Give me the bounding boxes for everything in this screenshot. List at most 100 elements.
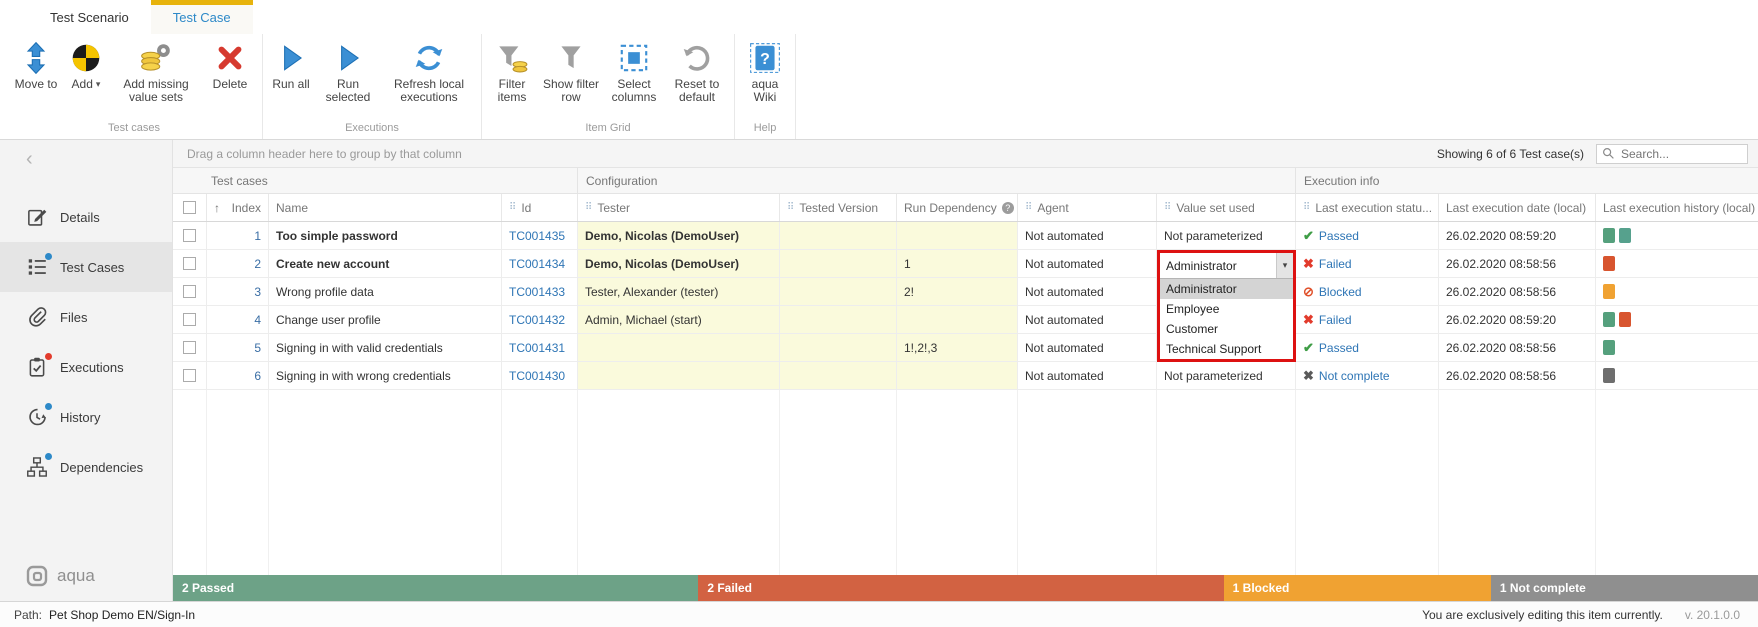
table-row[interactable]: 2 Create new account TC001434 Demo, Nico… (173, 250, 1758, 278)
testcase-id-link[interactable]: TC001434 (509, 257, 565, 271)
cell-run-dependency[interactable] (897, 222, 1018, 249)
column-header-id-label: Id (521, 201, 531, 215)
testcase-id-link[interactable]: TC001433 (509, 285, 565, 299)
grip-icon[interactable]: ⠿ (585, 202, 592, 213)
grip-icon[interactable]: ⠿ (509, 202, 516, 213)
cell-tested-version[interactable] (780, 250, 897, 277)
dropdown-option[interactable]: Customer (1160, 319, 1293, 339)
column-header-status[interactable]: ⠿Last execution statu... (1296, 194, 1439, 221)
row-checkbox[interactable] (183, 285, 196, 298)
grip-icon[interactable]: ⠿ (1164, 202, 1171, 213)
table-row[interactable]: 5 Signing in with valid credentials TC00… (173, 334, 1758, 362)
table-row[interactable]: 4 Change user profile TC001432 Admin, Mi… (173, 306, 1758, 334)
cell-run-dependency[interactable]: 1 (897, 250, 1018, 277)
combobox-dropdown-button[interactable]: ▾ (1276, 253, 1293, 278)
grip-icon[interactable]: ⠿ (1303, 202, 1310, 213)
status-link[interactable]: Not complete (1319, 369, 1390, 383)
grip-icon[interactable]: ⠿ (787, 202, 794, 213)
sidebar-item-history[interactable]: History (0, 392, 172, 442)
column-header-index[interactable]: ↑ Index (207, 194, 269, 221)
filter-items-button[interactable]: Filter items (486, 34, 538, 104)
sidebar-item-details[interactable]: Details (0, 192, 172, 242)
delete-button[interactable]: Delete (202, 34, 258, 91)
column-header-id[interactable]: ⠿ Id (502, 194, 578, 221)
testcase-id-link[interactable]: TC001431 (509, 341, 565, 355)
testcase-id-link[interactable]: TC001435 (509, 229, 565, 243)
cell-tested-version[interactable] (780, 334, 897, 361)
cell-tester[interactable]: Tester, Alexander (tester) (578, 278, 780, 305)
cell-tester[interactable]: Demo, Nicolas (DemoUser) (578, 250, 780, 277)
sidebar-item-test-cases[interactable]: Test Cases (0, 242, 172, 292)
dropdown-option[interactable]: Technical Support (1160, 339, 1293, 359)
dropdown-option[interactable]: Administrator (1160, 279, 1293, 299)
cell-value-set[interactable]: Not parameterized (1157, 222, 1296, 249)
cell-tested-version[interactable] (780, 222, 897, 249)
status-link[interactable]: Failed (1319, 313, 1352, 327)
search-input[interactable] (1619, 146, 1742, 162)
value-set-combobox[interactable]: Administrator ▾ (1160, 253, 1293, 279)
column-header-agent[interactable]: ⠿Agent (1018, 194, 1157, 221)
column-header-date[interactable]: Last execution date (local) (1439, 194, 1596, 221)
run-selected-button[interactable]: Run selected (315, 34, 381, 104)
sidebar-item-files[interactable]: Files (0, 292, 172, 342)
cell-run-dependency[interactable]: 1!,2!,3 (897, 334, 1018, 361)
cell-value-set[interactable]: Not parameterized (1157, 362, 1296, 389)
reset-to-default-button[interactable]: Reset to default (664, 34, 730, 104)
ribbon-group-label-item-grid: Item Grid (486, 119, 730, 139)
move-to-button[interactable]: Move to (10, 34, 62, 91)
cell-tester[interactable]: Demo, Nicolas (DemoUser) (578, 222, 780, 249)
tab-test-scenario[interactable]: Test Scenario (28, 0, 151, 34)
status-link[interactable]: Passed (1319, 341, 1359, 355)
column-header-history[interactable]: Last execution history (local) (1596, 194, 1757, 221)
table-row[interactable]: 6 Signing in with wrong credentials TC00… (173, 362, 1758, 390)
cell-tested-version[interactable] (780, 278, 897, 305)
aqua-wiki-button[interactable]: ? aqua Wiki (739, 34, 791, 104)
sidebar-item-dependencies[interactable]: Dependencies (0, 442, 172, 492)
show-filter-row-button[interactable]: Show filter row (538, 34, 604, 104)
tab-test-case[interactable]: Test Case (151, 0, 253, 34)
cell-tested-version[interactable] (780, 362, 897, 389)
column-header-value-set[interactable]: ⠿Value set used (1157, 194, 1296, 221)
column-header-tested-version[interactable]: ⠿Tested Version (780, 194, 897, 221)
testcase-id-link[interactable]: TC001430 (509, 369, 565, 383)
cell-tested-version[interactable] (780, 306, 897, 333)
edit-icon (26, 206, 48, 228)
cell-run-dependency[interactable] (897, 306, 1018, 333)
cell-run-dependency[interactable]: 2! (897, 278, 1018, 305)
status-link[interactable]: Failed (1319, 257, 1352, 271)
cell-tester[interactable]: Admin, Michael (start) (578, 306, 780, 333)
table-row[interactable]: 1 Too simple password TC001435 Demo, Nic… (173, 222, 1758, 250)
testcase-id-link[interactable]: TC001432 (509, 313, 565, 327)
collapse-sidebar-button[interactable]: ‹ (26, 150, 33, 168)
run-all-button[interactable]: Run all (267, 34, 315, 91)
cell-tester[interactable] (578, 334, 780, 361)
search-box[interactable] (1596, 144, 1748, 164)
add-button[interactable]: Add▾ (62, 34, 110, 91)
row-checkbox[interactable] (183, 369, 196, 382)
status-link[interactable]: Blocked (1319, 285, 1362, 299)
column-header-name[interactable]: Name (269, 194, 502, 221)
cell-execution-date: 26.02.2020 08:58:56 (1439, 278, 1596, 305)
cell-tester[interactable] (578, 362, 780, 389)
group-by-bar[interactable]: Drag a column header here to group by th… (173, 140, 1758, 168)
status-link[interactable]: Passed (1319, 229, 1359, 243)
dropdown-option[interactable]: Employee (1160, 299, 1293, 319)
table-row[interactable]: 3 Wrong profile data TC001433 Tester, Al… (173, 278, 1758, 306)
help-icon[interactable]: ? (1002, 202, 1014, 214)
select-columns-button[interactable]: Select columns (604, 34, 664, 104)
delete-icon (213, 41, 247, 75)
column-header-tester[interactable]: ⠿Tester (578, 194, 780, 221)
cell-run-dependency[interactable] (897, 362, 1018, 389)
row-checkbox[interactable] (183, 313, 196, 326)
column-header-run-dependency[interactable]: Run Dependency? (897, 194, 1018, 221)
row-checkbox[interactable] (183, 229, 196, 242)
row-checkbox[interactable] (183, 341, 196, 354)
add-missing-value-sets-button[interactable]: Add missing value sets (110, 34, 202, 104)
refresh-local-executions-button[interactable]: Refresh local executions (381, 34, 477, 104)
select-all-checkbox[interactable] (183, 201, 196, 214)
grip-icon[interactable]: ⠿ (1025, 202, 1032, 213)
row-checkbox[interactable] (183, 257, 196, 270)
sidebar-item-executions[interactable]: Executions (0, 342, 172, 392)
cell-status: ⊘Blocked (1296, 278, 1439, 305)
sort-ascending-icon[interactable]: ↑ (214, 201, 220, 215)
